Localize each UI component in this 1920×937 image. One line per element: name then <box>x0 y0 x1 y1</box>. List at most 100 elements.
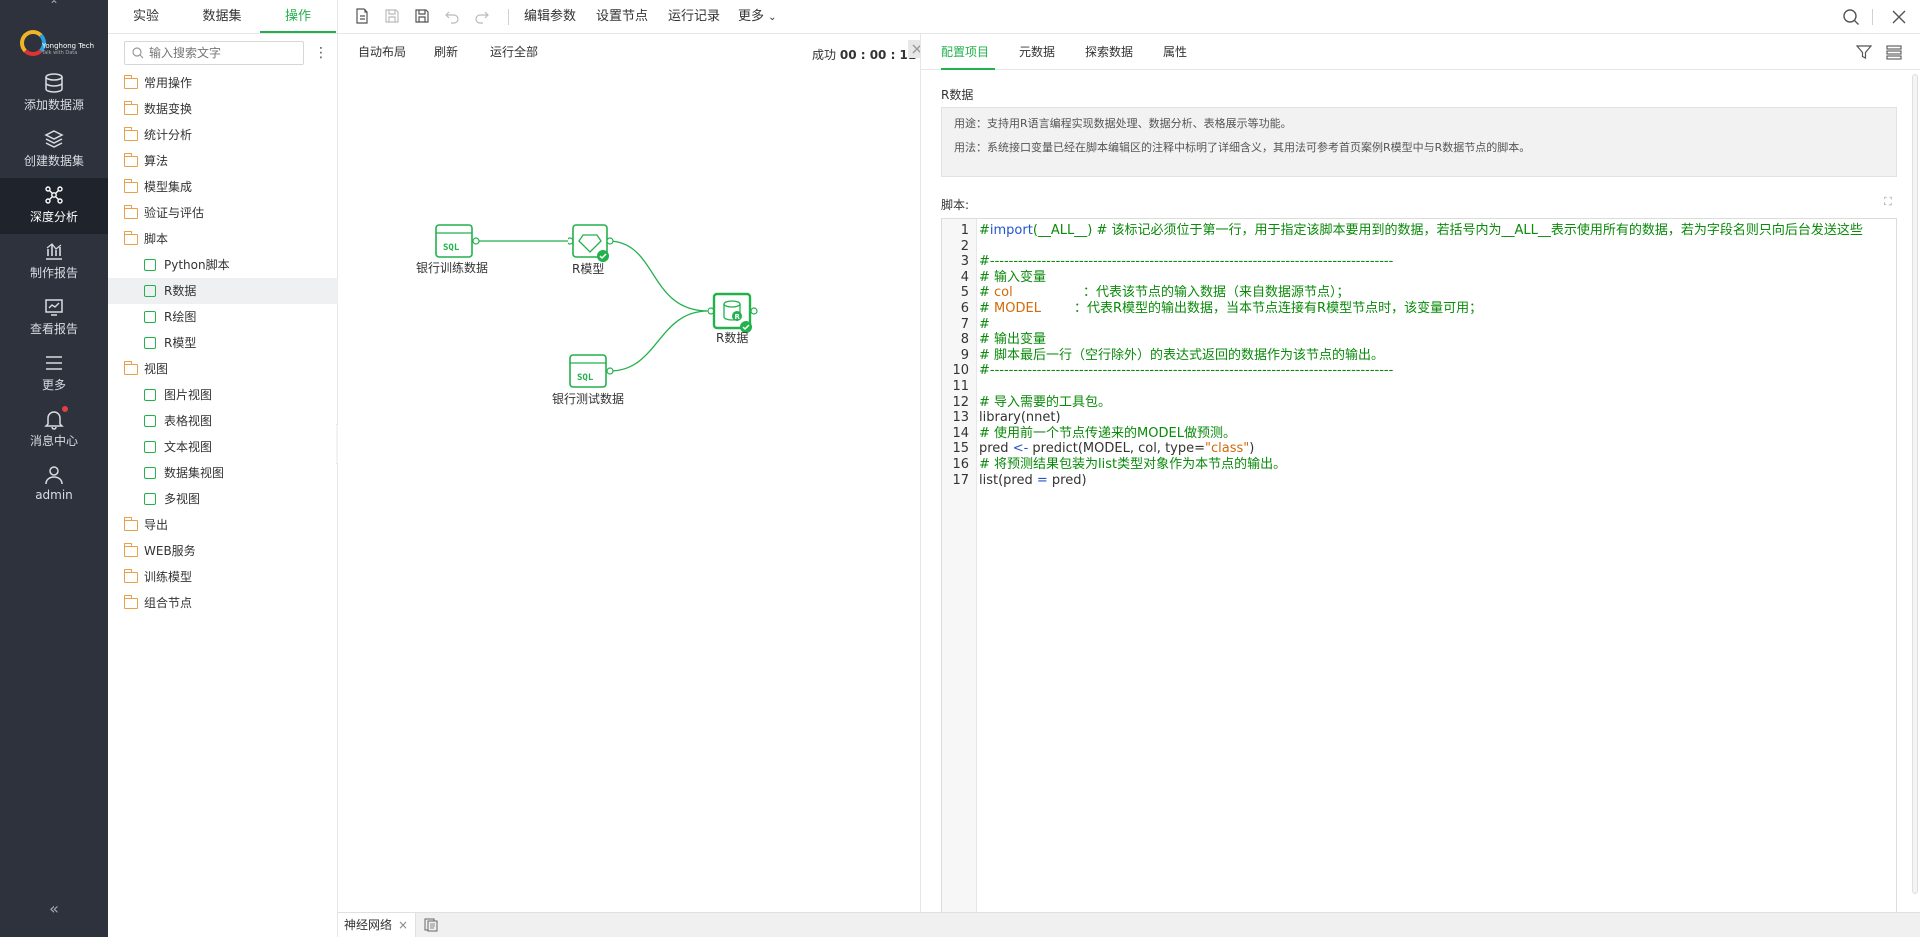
nav-create-dataset[interactable]: 创建数据集 <box>0 122 108 178</box>
tree-label: R数据 <box>164 284 197 298</box>
auto-layout-button[interactable]: 自动布局 <box>358 34 406 70</box>
nav-more[interactable]: 更多 <box>0 346 108 402</box>
code-token: import <box>989 223 1033 238</box>
tree-item-text-view[interactable]: 文本视图 <box>108 434 338 460</box>
tree-label: 图片视图 <box>164 388 213 402</box>
filter-icon[interactable] <box>1855 43 1873 61</box>
tree-item-table-view[interactable]: 表格视图 <box>108 408 338 434</box>
tree-label: 脚本 <box>144 232 169 246</box>
node-label: R模型 <box>572 262 605 276</box>
save-icon[interactable] <box>384 8 400 24</box>
folder-icon <box>124 153 138 167</box>
tree-folder-web-service[interactable]: WEB服务 <box>108 538 338 564</box>
tree-folder-validation[interactable]: 验证与评估 <box>108 200 338 226</box>
run-log-button[interactable]: 运行记录 <box>668 0 720 34</box>
tree-folder-transform[interactable]: 数据变换 <box>108 96 338 122</box>
node-r-model[interactable] <box>566 223 614 262</box>
tab-experiment[interactable]: 实验 <box>108 0 184 33</box>
table-view-icon <box>144 415 156 427</box>
tab-metadata[interactable]: 元数据 <box>1019 34 1055 70</box>
node-label: 银行测试数据 <box>552 392 625 406</box>
run-all-button[interactable]: 运行全部 <box>490 34 538 70</box>
more-options-icon[interactable]: ⋮ <box>314 44 328 62</box>
layers-icon <box>44 130 64 148</box>
code-token: #---------------------------------------… <box>979 363 1394 379</box>
nav-label: 添加数据源 <box>23 98 84 112</box>
scrollbar[interactable] <box>1911 74 1919 912</box>
tab-neural-network[interactable]: 神经网络 × <box>338 913 416 937</box>
nav-label: 更多 <box>41 378 66 392</box>
tree-folder-common[interactable]: 常用操作 <box>108 70 338 96</box>
tree-folder-algorithm[interactable]: 算法 <box>108 148 338 174</box>
search-icon <box>132 47 144 59</box>
node-bank-test-data[interactable]: SQL <box>568 353 614 389</box>
nav-user-admin[interactable]: admin <box>0 458 108 514</box>
nav-view-report[interactable]: 查看报告 <box>0 290 108 346</box>
tree-item-image-view[interactable]: 图片视图 <box>108 382 338 408</box>
tree-folder-statistics[interactable]: 统计分析 <box>108 122 338 148</box>
search-icon[interactable] <box>1842 8 1860 26</box>
collapse-nav-icon[interactable]: « <box>42 897 66 921</box>
tree-folder-export[interactable]: 导出 <box>108 512 338 538</box>
nav-make-report[interactable]: 制作报告 <box>0 234 108 290</box>
tab-operation[interactable]: 操作 <box>260 0 336 33</box>
redo-icon[interactable] <box>474 8 490 24</box>
nav-label: 制作报告 <box>29 266 78 280</box>
new-tab-icon[interactable] <box>424 918 438 932</box>
tree-label: WEB服务 <box>144 544 196 558</box>
tree-folder-ensemble[interactable]: 模型集成 <box>108 174 338 200</box>
tree-label: 验证与评估 <box>144 206 205 220</box>
tree-folder-script[interactable]: 脚本 <box>108 226 338 252</box>
collapse-up-icon[interactable]: ⌃ <box>44 0 64 11</box>
tree-label: 数据集视图 <box>164 466 225 480</box>
nav-message-center[interactable]: 消息中心 <box>0 402 108 458</box>
node-bank-train-data[interactable]: SQL <box>434 223 480 259</box>
code-text: list(pred = pred) <box>979 471 1087 490</box>
node-r-data[interactable]: R <box>707 292 758 333</box>
svg-text:R: R <box>735 313 741 321</box>
set-node-button[interactable]: 设置节点 <box>596 0 648 34</box>
code-token: ：代表R模型的输出数据，当本节点连接有R模型节点时，该变量可用； <box>1040 301 1483 316</box>
workflow-canvas[interactable]: SQL 银行训练数据 R模型 R R数据 SQL 银行测试数据 <box>338 70 920 912</box>
more-menu-button[interactable]: 更多 ⌄ <box>738 0 777 35</box>
close-icon[interactable] <box>1890 8 1908 26</box>
tree-item-r-plot[interactable]: R绘图 <box>108 304 338 330</box>
folder-icon <box>124 231 138 245</box>
save-as-icon[interactable] <box>414 8 430 24</box>
svg-text:SQL: SQL <box>577 373 594 383</box>
tab-properties[interactable]: 属性 <box>1163 34 1187 70</box>
refresh-button[interactable]: 刷新 <box>434 34 458 70</box>
nav-label: 深度分析 <box>29 210 78 224</box>
nav-deep-analysis[interactable]: 深度分析 <box>0 178 108 234</box>
tree-label: 多视图 <box>164 492 201 506</box>
code-text: # MODEL ：代表R模型的输出数据，当本节点连接有R模型节点时，该变量可用； <box>979 299 1482 318</box>
script-editor[interactable]: 1 #import(__ALL__) # 该标记必须位于第一行，用于指定该脚本要用… <box>941 218 1897 912</box>
code-text: #---------------------------------------… <box>979 361 1393 380</box>
search-input[interactable] <box>149 42 299 64</box>
tree-item-dataset-view[interactable]: 数据集视图 <box>108 460 338 486</box>
tab-explore-data[interactable]: 探索数据 <box>1085 34 1133 70</box>
expand-icon[interactable]: ⛶ <box>1884 196 1896 208</box>
tree-item-python-script[interactable]: Python脚本 <box>108 252 338 278</box>
tree-folder-composite[interactable]: 组合节点 <box>108 590 338 616</box>
tree-item-r-model[interactable]: R模型 <box>108 330 338 356</box>
tree-item-r-data[interactable]: R数据 <box>108 278 338 304</box>
tab-dataset[interactable]: 数据集 <box>184 0 260 33</box>
tree-item-multi-view[interactable]: 多视图 <box>108 486 338 512</box>
r-model-icon <box>144 337 156 349</box>
tree-label: 模型集成 <box>144 180 193 194</box>
search-box <box>124 41 304 65</box>
list-icon[interactable] <box>1885 43 1903 61</box>
scrollbar-thumb[interactable] <box>1912 74 1918 894</box>
python-script-icon <box>144 259 156 271</box>
edit-params-button[interactable]: 编辑参数 <box>524 0 576 34</box>
undo-icon[interactable] <box>444 8 460 24</box>
close-tab-icon[interactable]: × <box>398 913 408 937</box>
script-label: 脚本: <box>941 198 970 212</box>
tree-folder-view[interactable]: 视图 <box>108 356 338 382</box>
tree-folder-train-model[interactable]: 训练模型 <box>108 564 338 590</box>
active-tab-indicator <box>941 68 995 70</box>
new-document-icon[interactable] <box>354 8 370 24</box>
nav-add-datasource[interactable]: 添加数据源 <box>0 66 108 122</box>
tab-config-items[interactable]: 配置项目 <box>941 34 989 70</box>
